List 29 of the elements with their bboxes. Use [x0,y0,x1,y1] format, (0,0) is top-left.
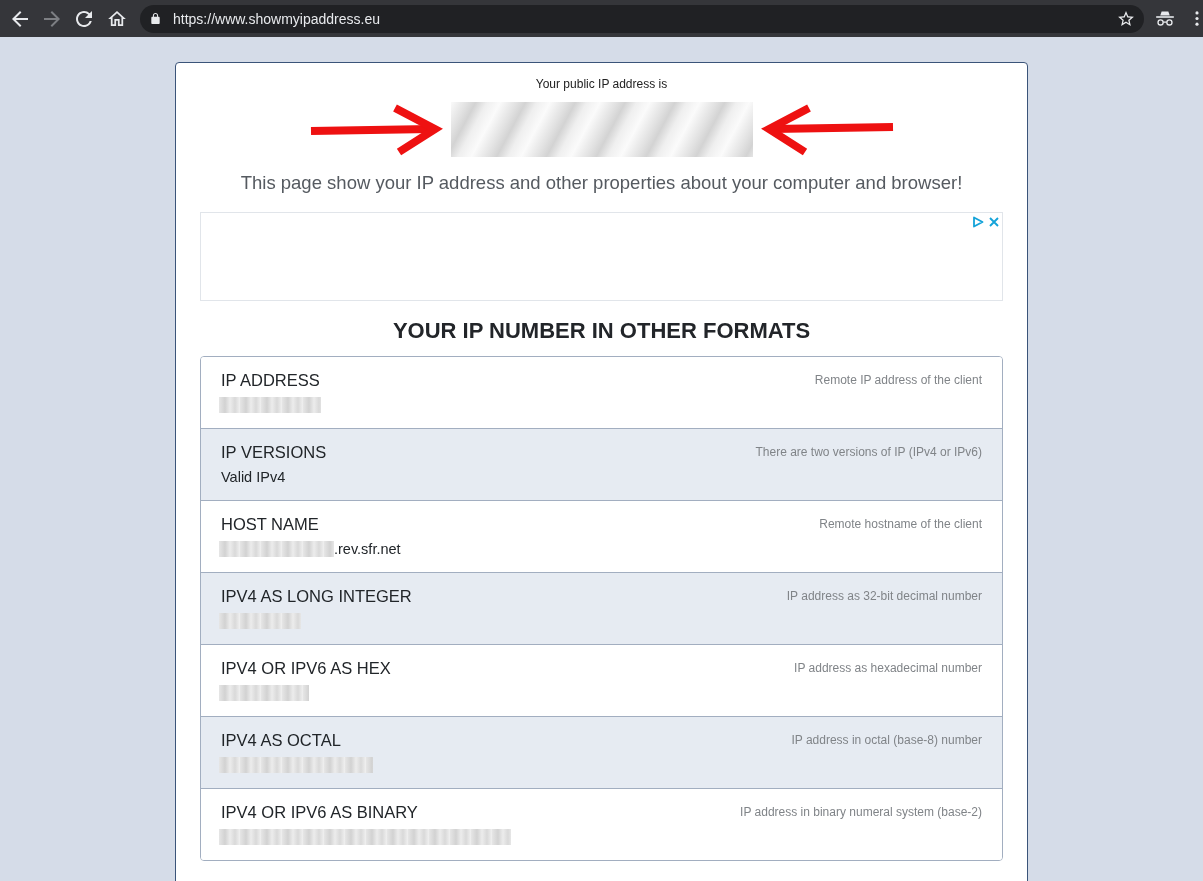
star-icon[interactable] [1118,11,1134,26]
page-description: This page show your IP address and other properties about your computer and browser! [240,171,963,195]
row-title: IP VERSIONS [221,442,327,462]
back-arrow-icon[interactable] [12,10,28,27]
row-title: IPV4 OR IPV6 AS HEX [221,658,391,678]
incognito-icon[interactable] [1156,11,1174,26]
reload-icon[interactable] [76,10,92,27]
address-bar[interactable]: https://www.showmyipaddress.eu [140,4,1144,33]
row-title: IPV4 AS OCTAL [221,730,341,750]
row-title: HOST NAME [221,514,319,534]
ip-label: Your public IP address is [535,76,668,92]
row-title: IP ADDRESS [221,370,320,390]
row-description: IP address in binary numeral system (base-2) [740,804,982,821]
row-value: .rev.sfr.net [334,540,401,559]
row-description: Remote IP address of the client [814,372,982,389]
section-heading: YOUR IP NUMBER IN OTHER FORMATS [392,317,811,345]
row-description: Remote hostname of the client [819,516,982,533]
play-triangle-icon[interactable] [972,216,984,228]
home-icon[interactable] [108,11,126,26]
row-description: There are two versions of IP (IPv4 or IPv6) [755,444,982,461]
close-icon[interactable] [989,217,999,227]
row-title: IPV4 OR IPV6 AS BINARY [221,802,418,822]
row-description: IP address in octal (base-8) number [791,732,982,749]
row-description: IP address as 32-bit decimal number [786,588,982,605]
row-title: IPV4 AS LONG INTEGER [221,586,412,606]
row-description: IP address as hexadecimal number [794,660,982,677]
url-text: https://www.showmyipaddress.eu [173,10,381,27]
row-value: Valid IPv4 [221,468,286,487]
menu-icon[interactable] [1195,11,1199,26]
